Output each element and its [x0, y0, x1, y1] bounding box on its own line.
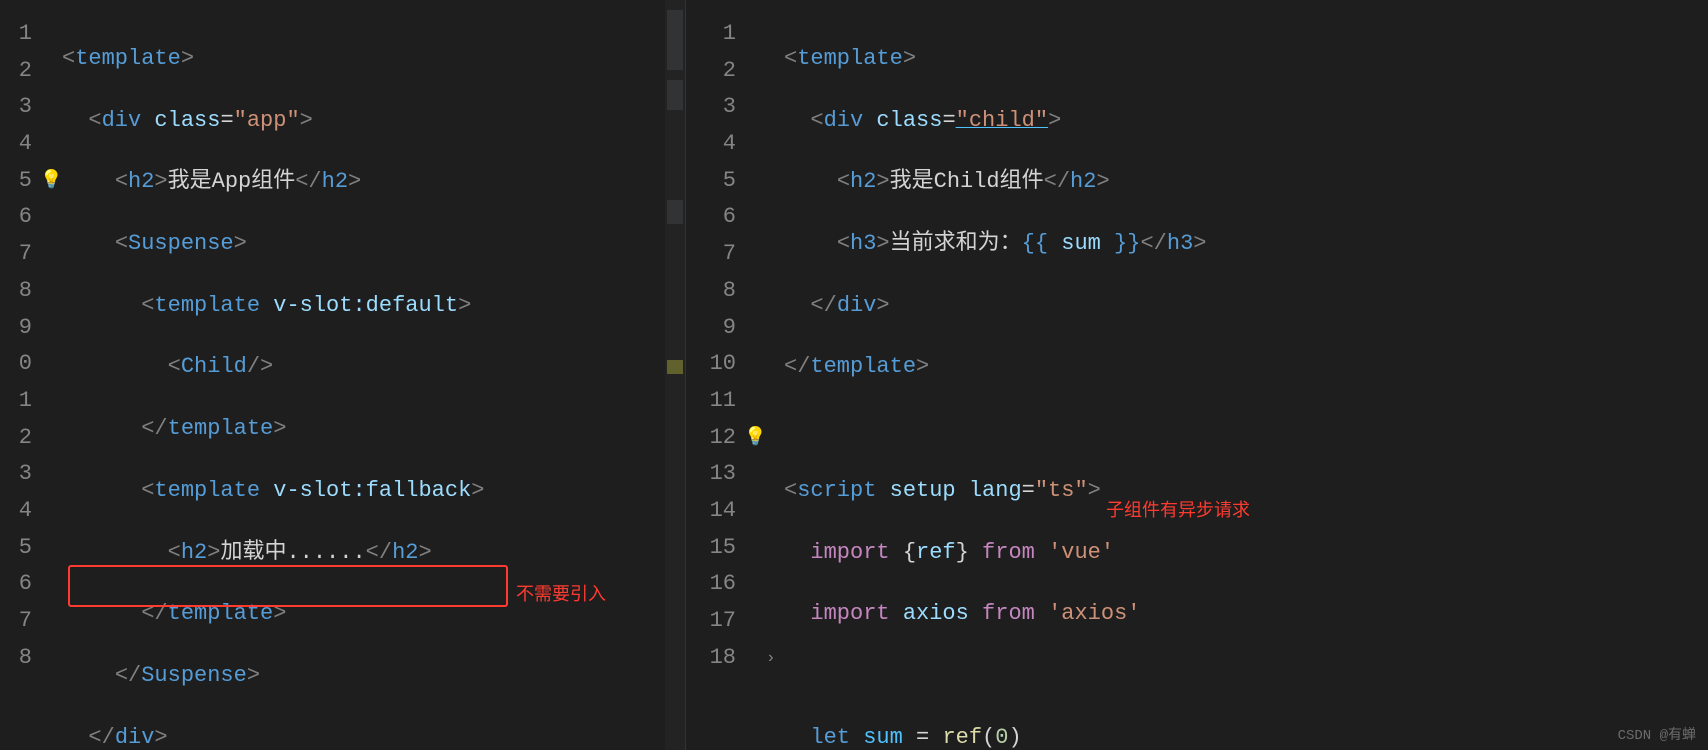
line-number: 6: [0, 199, 32, 236]
line-number: 17: [686, 603, 736, 640]
line-number: 8: [0, 640, 32, 677]
watermark: CSDN @有蝉: [1618, 724, 1696, 744]
line-number: 3: [686, 89, 736, 126]
line-number: 9: [686, 310, 736, 347]
line-number: 1: [686, 16, 736, 53]
line-number: 6: [686, 199, 736, 236]
line-number: 6: [0, 566, 32, 603]
line-number: 7: [0, 603, 32, 640]
code-area-right[interactable]: 1 2 3 4 5 6 7 8 9 10 11 12 13 14 15 16 1…: [686, 0, 1708, 750]
glyph-margin: 💡: [40, 0, 62, 750]
line-number: 18: [686, 640, 736, 677]
line-number: 12: [686, 420, 736, 457]
editor-pane-left[interactable]: App.vue > {} template > div.app > Suspen…: [0, 0, 685, 750]
annotation-label: 不需要引入: [516, 580, 606, 606]
line-number: 1: [0, 16, 32, 53]
line-number: 8: [686, 273, 736, 310]
glyph-margin: 💡: [744, 0, 766, 750]
annotation-label: 子组件有异步请求: [1106, 496, 1250, 522]
line-number: 1: [0, 383, 32, 420]
line-number: 2: [0, 420, 32, 457]
line-number: 11: [686, 383, 736, 420]
line-number: 4: [0, 493, 32, 530]
line-number: 4: [686, 126, 736, 163]
line-number: 8: [0, 273, 32, 310]
line-number: 2: [0, 53, 32, 90]
line-number: 15: [686, 530, 736, 567]
line-number: 7: [686, 236, 736, 273]
fold-column[interactable]: ›: [766, 0, 784, 750]
code-content-left[interactable]: <template> <div class="app"> <h2>我是App组件…: [62, 0, 665, 750]
line-number: 13: [686, 456, 736, 493]
code-content-right[interactable]: <template> <div class="child"> <h2>我是Chi…: [784, 0, 1708, 750]
editor-pane-right[interactable]: src > Child.vue > {} script setup > cont…: [685, 0, 1708, 750]
minimap[interactable]: [665, 0, 685, 750]
line-number: 5: [686, 163, 736, 200]
editor-split: App.vue > {} template > div.app > Suspen…: [0, 0, 1708, 750]
line-gutter: 1 2 3 4 5 6 7 8 9 0 1 2 3 4 5 6 7 8: [0, 0, 40, 750]
line-number: 14: [686, 493, 736, 530]
line-number: 7: [0, 236, 32, 273]
line-number: 9: [0, 310, 32, 347]
line-number: 16: [686, 566, 736, 603]
line-number: 4: [0, 126, 32, 163]
line-number: 5: [0, 163, 32, 200]
lightbulb-icon[interactable]: 💡: [744, 420, 766, 457]
line-number: 3: [0, 456, 32, 493]
lightbulb-icon[interactable]: 💡: [40, 163, 62, 200]
code-area-left[interactable]: 1 2 3 4 5 6 7 8 9 0 1 2 3 4 5 6 7 8: [0, 0, 685, 750]
chevron-right-icon[interactable]: ›: [766, 640, 784, 677]
line-number: 3: [0, 89, 32, 126]
line-number: 0: [0, 346, 32, 383]
line-number: 2: [686, 53, 736, 90]
line-number: 5: [0, 530, 32, 567]
line-number: 10: [686, 346, 736, 383]
line-gutter: 1 2 3 4 5 6 7 8 9 10 11 12 13 14 15 16 1…: [686, 0, 744, 750]
